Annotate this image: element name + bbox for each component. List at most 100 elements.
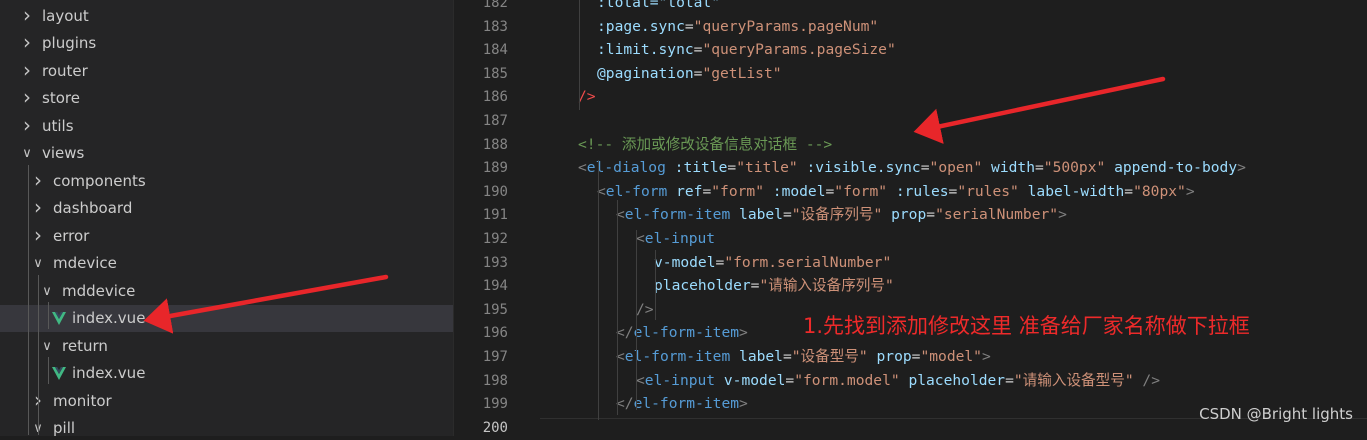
- code-token-punc: />: [636, 300, 654, 318]
- line-number: 189: [482, 160, 508, 177]
- explorer-item-label: components: [53, 172, 146, 190]
- code-token-attr: v-model: [723, 371, 786, 389]
- code-token-attr: v-model: [654, 253, 716, 271]
- code-token-str: "model": [920, 348, 982, 365]
- code-token-attr: prop: [876, 348, 912, 365]
- code-token-str: "queryParams.pageSize": [702, 41, 896, 59]
- code-line: />: [578, 85, 596, 109]
- line-number: 195: [482, 301, 508, 318]
- line-number: 192: [482, 231, 508, 247]
- code-token-plain: =: [1005, 371, 1014, 389]
- code-token-attr: placeholder: [908, 371, 1006, 389]
- tree-indent-guide: [28, 165, 29, 435]
- code-token-plain: =: [782, 206, 792, 224]
- code-line: placeholder="请输入设备序列号": [654, 274, 894, 298]
- line-number: 193: [482, 254, 508, 271]
- line-number: 200: [482, 419, 508, 436]
- code-token-plain: =: [1034, 159, 1044, 177]
- code-token-str: "getList": [702, 64, 782, 82]
- explorer-item-label: mdevice: [53, 254, 117, 272]
- code-line: <!-- 添加或修改设备信息对话框 -->: [578, 133, 832, 157]
- code-token-punc: <: [636, 371, 645, 389]
- line-number: 194: [482, 278, 508, 295]
- chevron-right-icon: ›: [34, 223, 42, 247]
- code-token-str: "open": [929, 159, 983, 177]
- code-token-tag: el-input: [644, 371, 716, 389]
- explorer-item-layout[interactable]: › layout: [0, 3, 453, 30]
- code-token-attr: ref: [676, 182, 703, 200]
- line-number: 186: [482, 89, 508, 106]
- code-token-str: "form": [711, 182, 764, 200]
- code-token-plain: =: [1124, 182, 1134, 200]
- line-number: 185: [482, 65, 508, 82]
- code-token-attr: :limit.sync: [597, 41, 694, 59]
- indent-guide: [636, 230, 637, 410]
- code-token-tag: el-form-item: [633, 324, 740, 342]
- code-line: <el-input v-model = "form.model" placehold…: [636, 369, 1160, 393]
- code-token-plain: =: [684, 17, 694, 35]
- code-editor[interactable]: :total="total":page.sync="queryParams.pa…: [540, 0, 1367, 436]
- line-number: 190: [482, 183, 508, 200]
- explorer-item-label: pill: [53, 419, 76, 436]
- code-token-err: />: [578, 88, 596, 106]
- code-token-tag: el-input: [644, 230, 716, 247]
- chevron-right-icon: ›: [23, 85, 31, 109]
- explorer-item-label: index.vue: [72, 364, 146, 382]
- code-token-plain: =: [782, 348, 792, 365]
- code-line: <el-input: [636, 227, 715, 251]
- code-token-punc: >: [1058, 206, 1067, 224]
- explorer-item-return[interactable]: ∨ return: [0, 333, 453, 360]
- explorer-item-router[interactable]: › router: [0, 58, 453, 85]
- code-token-tag: el-form-item: [633, 395, 740, 413]
- code-token-str: "500px": [1043, 159, 1106, 177]
- code-token-punc: <: [578, 159, 587, 177]
- code-token-punc: <: [636, 230, 645, 247]
- code-token-tag: el-form: [605, 182, 668, 200]
- explorer-item-store[interactable]: › store: [0, 85, 453, 112]
- code-token-plain: =: [727, 159, 737, 177]
- explorer-item-error[interactable]: › error: [0, 223, 453, 250]
- explorer-item-index-vue[interactable]: index.vue: [0, 360, 453, 387]
- code-token-attr: append-to-body: [1114, 159, 1238, 177]
- chevron-down-icon: ∨: [33, 256, 43, 271]
- indent-guide: [579, 0, 580, 110]
- file-explorer: › layout › plugins › router › store › utils ∨ views…: [0, 0, 453, 436]
- explorer-item-mdevice[interactable]: ∨ mdevice: [0, 250, 453, 277]
- code-line: <el-dialog :title="title" :visible.sync=…: [578, 156, 1246, 180]
- line-number: 184: [482, 42, 508, 59]
- explorer-item-label: error: [53, 227, 90, 245]
- chevron-down-icon: ∨: [42, 284, 52, 299]
- explorer-item-label: router: [42, 62, 88, 80]
- code-token-attr: :total="total": [597, 0, 721, 11]
- explorer-item-components[interactable]: › components: [0, 168, 453, 195]
- code-token-plain: =: [948, 182, 958, 200]
- explorer-item-monitor[interactable]: ›monitor: [0, 388, 453, 415]
- code-token-str: "form.model": [794, 371, 900, 389]
- code-token-str: "80px": [1133, 182, 1186, 200]
- line-number: 188: [482, 136, 508, 153]
- explorer-item-plugins[interactable]: › plugins: [0, 30, 453, 57]
- explorer-item-utils[interactable]: › utils: [0, 113, 453, 140]
- chevron-right-icon: ›: [34, 168, 42, 192]
- explorer-item-label: return: [62, 337, 108, 355]
- explorer-item-mddevice[interactable]: ∨ mddevice: [0, 278, 453, 305]
- explorer-item-views[interactable]: ∨ views: [0, 140, 453, 167]
- explorer-item-pill[interactable]: ∨pill: [0, 415, 453, 436]
- indent-guide: [598, 160, 599, 420]
- code-token-str: "请输入设备序列号": [759, 277, 894, 295]
- code-token-attr: label: [739, 348, 783, 365]
- line-number-gutter: 182 183 184 185 186 187 188 189 190 191 192 193 194 1…: [454, 0, 540, 436]
- chevron-down-icon: ∨: [42, 339, 52, 354]
- explorer-item-label: store: [42, 89, 80, 107]
- explorer-item-index-vue[interactable]: index.vue: [0, 305, 453, 332]
- explorer-item-label: dashboard: [53, 199, 133, 217]
- code-token-punc: >: [739, 324, 748, 342]
- code-token-str: "queryParams.pageNum": [693, 17, 879, 35]
- explorer-item-dashboard[interactable]: › dashboard: [0, 195, 453, 222]
